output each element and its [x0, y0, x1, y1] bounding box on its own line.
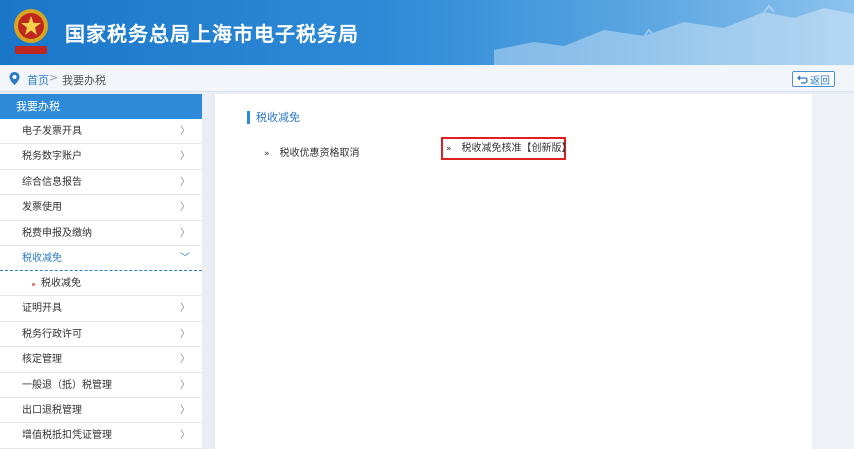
sidebar-item-tax-filing[interactable]: 税费申报及缴纳 〉: [0, 221, 202, 246]
sidebar-heading: 我要办税: [0, 94, 202, 119]
sidebar-item-info-report[interactable]: 综合信息报告 〉: [0, 170, 202, 196]
sidebar-item-label: 综合信息报告: [22, 176, 82, 188]
service-label: 税收优惠资格取消: [279, 148, 360, 159]
sidebar-item-general-refund[interactable]: 一般退（抵）税管理 〉: [0, 373, 202, 398]
sidebar-item-label: 税务数字账户: [22, 151, 82, 163]
chevron-down-icon: ﹀: [180, 252, 190, 264]
sidebar-item-invoice-use[interactable]: 发票使用 〉: [0, 195, 202, 221]
section-title: 税收减免: [247, 111, 300, 124]
breadcrumb: 首页 > 我要办税 返回: [0, 65, 854, 92]
site-title: 国家税务总局上海市电子税务局: [65, 22, 359, 46]
chevron-right-icon: 〉: [180, 176, 190, 188]
sidebar-item-label: 一般退（抵）税管理: [22, 379, 112, 391]
chevron-right-icon: 〉: [180, 126, 190, 137]
main-panel: 税收减免 » 税收优惠资格取消 » 税收减免核准【创新版】: [215, 94, 812, 449]
sidebar-subitem-tax-relief[interactable]: 税收减免: [0, 271, 202, 297]
bullet-dot-icon: [32, 283, 35, 287]
double-chevron-icon: »: [264, 149, 270, 159]
breadcrumb-current: 我要办税: [62, 74, 106, 87]
breadcrumb-separator: >: [49, 71, 59, 84]
sidebar: 我要办税 电子发票开具〉 税务数字账户〉 综合信息报告〉 发票使用〉 税费申报及…: [0, 94, 202, 449]
chevron-right-icon: 〉: [180, 328, 190, 340]
sidebar-item-label: 税务行政许可: [22, 328, 82, 340]
chevron-right-icon: 〉: [180, 303, 190, 315]
service-label: 税收减免核准【创新版】: [461, 143, 572, 154]
chevron-right-icon: 〉: [180, 379, 190, 391]
chevron-right-icon: 〉: [180, 404, 190, 416]
chevron-right-icon: 〉: [180, 354, 190, 366]
sidebar-subitem-label: 税收减免: [41, 278, 81, 290]
service-link-qualification-cancel[interactable]: » 税收优惠资格取消: [264, 144, 360, 159]
right-margin: [812, 94, 854, 449]
breadcrumb-home-link[interactable]: 首页: [27, 72, 49, 88]
chevron-right-icon: 〉: [180, 151, 190, 163]
sidebar-item-assessment[interactable]: 核定管理 〉: [0, 347, 202, 373]
sidebar-item-export-refund[interactable]: 出口退税管理 〉: [0, 398, 202, 424]
double-chevron-icon: »: [446, 144, 452, 154]
chevron-right-icon: 〉: [180, 202, 190, 214]
back-button-label: 返回: [810, 75, 830, 87]
chevron-right-icon: 〉: [180, 430, 190, 442]
location-pin-icon: [9, 72, 20, 85]
sidebar-item-label: 电子发票开具: [22, 126, 82, 137]
site-header: 国家税务总局上海市电子税务局: [0, 0, 854, 65]
return-arrow-icon: [797, 75, 808, 84]
sidebar-item-label: 税费申报及缴纳: [22, 227, 92, 239]
sidebar-item-certificate[interactable]: 证明开具 〉: [0, 296, 202, 322]
sidebar-item-vat-deduction[interactable]: 增值税抵扣凭证管理 〉: [0, 423, 202, 449]
service-link-relief-approval[interactable]: » 税收减免核准【创新版】: [441, 137, 572, 160]
sidebar-item-label: 税收减免: [22, 252, 62, 264]
sidebar-item-label: 证明开具: [22, 303, 62, 315]
sidebar-item-admin-permit[interactable]: 税务行政许可 〉: [0, 322, 202, 348]
sidebar-item-e-invoice[interactable]: 电子发票开具 〉: [0, 119, 202, 145]
sidebar-item-label: 增值税抵扣凭证管理: [22, 430, 112, 442]
sidebar-item-tax-relief[interactable]: 税收减免 ﹀: [0, 246, 202, 272]
back-button[interactable]: 返回: [792, 71, 835, 87]
sidebar-item-label: 核定管理: [22, 354, 62, 366]
great-wall-decoration: [494, 4, 854, 65]
tax-emblem-icon: [14, 9, 48, 54]
sidebar-item-label: 出口退税管理: [22, 404, 82, 416]
sidebar-item-label: 发票使用: [22, 202, 62, 214]
sidebar-item-digital-account[interactable]: 税务数字账户 〉: [0, 144, 202, 170]
chevron-right-icon: 〉: [180, 227, 190, 239]
